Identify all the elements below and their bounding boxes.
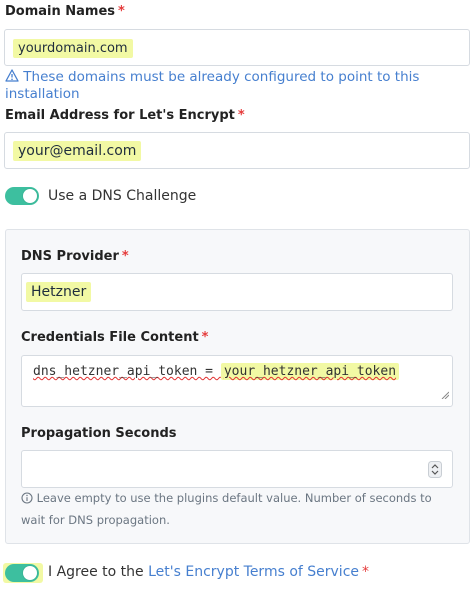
domain-names-hint: These domains must be already configured… — [5, 69, 475, 102]
required-mark: * — [237, 108, 245, 123]
credentials-content: dns_hetzner_api_token = your_hetzner_api… — [33, 363, 400, 380]
email-label: Email Address for Let's Encrypt * — [5, 108, 245, 123]
dns-provider-select[interactable]: Hetzner — [21, 273, 453, 311]
propagation-label: Propagation Seconds — [21, 426, 177, 441]
dns-challenge-toggle[interactable] — [5, 187, 39, 205]
propagation-help-text: Leave empty to use the plugins default v… — [21, 491, 432, 527]
agree-label: I Agree to the Let's Encrypt Terms of Se… — [48, 564, 369, 580]
toggle-knob — [23, 566, 37, 580]
required-mark: * — [121, 249, 129, 264]
propagation-input[interactable] — [21, 450, 453, 488]
domain-names-value: yourdomain.com — [13, 39, 133, 58]
dns-provider-value: Hetzner — [26, 282, 92, 302]
terms-of-service-link[interactable]: Let's Encrypt Terms of Service — [148, 564, 359, 580]
email-input[interactable]: your@email.com — [4, 132, 470, 169]
required-mark: * — [201, 330, 209, 345]
email-label-text: Email Address for Let's Encrypt — [5, 108, 235, 123]
domain-names-input[interactable]: yourdomain.com — [4, 29, 470, 66]
number-stepper-icon[interactable] — [428, 461, 442, 482]
dns-provider-label: DNS Provider * — [21, 249, 129, 264]
credentials-label-text: Credentials File Content — [21, 330, 199, 345]
credentials-key: dns_hetzner_api_token = — [33, 364, 221, 379]
toggle-knob — [23, 189, 37, 203]
email-value: your@email.com — [13, 141, 142, 161]
resize-handle-icon[interactable] — [441, 384, 450, 403]
domain-names-hint-text: These domains must be already configured… — [5, 69, 420, 102]
credentials-textarea[interactable]: dns_hetzner_api_token = your_hetzner_api… — [21, 355, 453, 407]
warning-icon — [5, 69, 19, 86]
dns-challenge-label: Use a DNS Challenge — [48, 188, 197, 204]
required-mark: * — [362, 564, 370, 580]
dns-provider-label-text: DNS Provider — [21, 249, 119, 264]
agree-toggle[interactable] — [5, 564, 39, 582]
agree-text: I Agree to the — [48, 564, 144, 580]
domain-names-label-text: Domain Names — [5, 4, 116, 19]
domain-names-label: Domain Names * — [5, 4, 125, 19]
credentials-label: Credentials File Content * — [21, 330, 208, 345]
info-icon — [21, 490, 33, 510]
propagation-help: Leave empty to use the plugins default v… — [21, 488, 456, 530]
required-mark: * — [118, 4, 125, 19]
credentials-value: your_hetzner_api_token — [220, 363, 400, 380]
